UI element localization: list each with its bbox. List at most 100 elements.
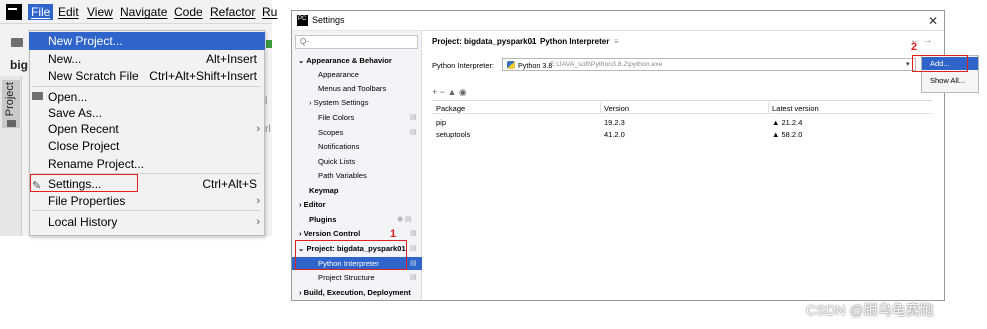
breadcrumb-separator: › [531, 37, 534, 46]
column-header-latest-version[interactable]: Latest version [772, 104, 819, 113]
folder-icon[interactable] [11, 38, 23, 47]
tree-item-build-execution[interactable]: › Build, Execution, Deployment [299, 288, 411, 298]
project-highlight-box [295, 240, 407, 270]
step-number-2: 2 [911, 41, 918, 53]
project-scope-icon: ▤ [410, 230, 417, 237]
project-scope-icon: ▤ [410, 274, 417, 281]
tree-item-appearance[interactable]: Appearance [318, 70, 359, 80]
column-header-package[interactable]: Package [436, 104, 465, 113]
menu-item-shortcut: Ctrl+Alt+Shift+Insert [149, 69, 257, 83]
menu-separator [33, 210, 261, 211]
project-scope-icon: ▤ [410, 260, 417, 267]
tree-item-label: System Settings [313, 98, 369, 107]
tree-item-editor[interactable]: › Editor [299, 200, 326, 210]
package-table [432, 100, 932, 298]
menu-code[interactable]: Code [171, 4, 206, 20]
settings-highlight-box [30, 174, 138, 192]
menu-file[interactable]: File [28, 4, 54, 20]
tree-item-notifications[interactable]: Notifications [318, 142, 359, 152]
tree-item-label: Appearance & Behavior [306, 56, 392, 65]
menu-item-shortcut: Alt+Insert [205, 52, 257, 66]
menu-item-close-project[interactable]: Close Project [29, 137, 265, 155]
table-cell-package[interactable]: pip [436, 118, 446, 127]
dialog-titlebar [292, 11, 944, 31]
column-header-version[interactable]: Version [604, 104, 629, 113]
project-scope-icon: ≡ [614, 37, 619, 46]
menu-edit[interactable]: Edit [55, 4, 82, 20]
interpreter-path: E:\JAVA_soft\Python3.8.2\python.exe [550, 61, 663, 68]
table-cell-version: 19.2.3 [604, 118, 625, 127]
menu-item-file-properties[interactable]: File Properties › [29, 192, 265, 210]
menu-item-label: New Scratch File [48, 69, 139, 83]
tree-item-project-structure[interactable]: Project Structure [318, 273, 375, 283]
chevron-right-icon: › [256, 216, 260, 228]
project-scope-icon: ▤ [410, 245, 417, 252]
interpreter-label: Python Interpreter: [432, 61, 495, 70]
menu-item-open-recent[interactable]: Open Recent › [29, 120, 265, 138]
run-icon[interactable] [266, 40, 272, 48]
table-cell-version: 41.2.0 [604, 130, 625, 139]
tree-item-keymap[interactable]: Keymap [309, 186, 339, 196]
menu-item-local-history[interactable]: Local History › [29, 213, 265, 231]
tree-item-system-settings[interactable]: › System Settings [309, 98, 369, 108]
menu-item-new-project[interactable]: New Project... [29, 32, 265, 50]
menu-item-shortcut: Ctrl+Alt+S [202, 177, 257, 191]
clipped-text: l [265, 96, 268, 107]
dialog-title: Settings [312, 15, 345, 25]
tree-item-label: Version Control [303, 229, 361, 238]
table-cell-latest: ▲ 21.2.4 [772, 118, 803, 127]
column-divider [600, 102, 601, 114]
plugin-update-icon: ◉ ▤ [397, 216, 412, 223]
menu-item-label: Open Recent [48, 122, 119, 136]
chevron-down-icon[interactable]: ▾ [906, 60, 910, 68]
menu-refactor[interactable]: Refactor [207, 4, 258, 20]
tree-item-label: Editor [303, 200, 326, 209]
menu-item-label: New... [48, 52, 82, 66]
show-all-interpreters-button[interactable]: Show All... [922, 76, 965, 85]
package-toolbar[interactable]: + − ▲ ◉ [432, 87, 932, 99]
tree-item-version-control[interactable]: › Version Control [299, 229, 360, 239]
menu-item-label: Rename Project... [48, 157, 145, 171]
table-cell-package[interactable]: setuptools [436, 130, 470, 139]
tree-item-menus-toolbars[interactable]: Menus and Toolbars [318, 84, 386, 94]
package-table-header [432, 102, 932, 114]
settings-search-input[interactable]: Q- [295, 35, 418, 49]
pycharm-logo-icon: PC [297, 15, 308, 26]
tree-item-path-variables[interactable]: Path Variables [318, 171, 367, 181]
chevron-down-icon: ⌄ [298, 56, 307, 65]
chevron-right-icon: › [256, 195, 260, 207]
add-highlight-box [912, 55, 968, 72]
tree-item-quick-lists[interactable]: Quick Lists [318, 157, 355, 167]
menu-item-rename-project[interactable]: Rename Project... [29, 155, 265, 173]
breadcrumb-page: Python Interpreter [540, 37, 610, 46]
menu-item-new-scratch-file[interactable]: New Scratch File Ctrl+Alt+Shift+Insert [29, 67, 265, 85]
menu-item-label: Close Project [48, 139, 120, 153]
menu-separator [33, 86, 261, 87]
menu-view[interactable]: View [84, 4, 116, 20]
close-icon[interactable]: ✕ [928, 14, 938, 28]
watermark: CSDN @跟乌龟赛跑 [806, 302, 934, 318]
folder-icon [7, 120, 16, 127]
tree-item-appearance-behavior[interactable]: ⌄ Appearance & Behavior [298, 56, 392, 66]
project-tool-tab-label: Project [4, 82, 16, 117]
menu-run[interactable]: Ru [259, 4, 280, 20]
chevron-right-icon: › [256, 123, 260, 135]
menu-item-new[interactable]: New... Alt+Insert [29, 50, 265, 68]
project-scope-icon: ▤ [410, 114, 417, 121]
menu-navigate[interactable]: Navigate [117, 4, 170, 20]
step-number-1: 1 [390, 228, 397, 240]
tree-item-plugins[interactable]: Plugins [309, 215, 336, 225]
project-scope-icon: ▤ [410, 129, 417, 136]
menu-item-label: New Project... [48, 34, 123, 48]
menu-item-label: Local History [48, 215, 118, 229]
menu-item-label: File Properties [48, 194, 126, 208]
table-cell-latest: ▲ 58.2.0 [772, 130, 803, 139]
tree-item-scopes[interactable]: Scopes [318, 128, 343, 138]
project-name-label: big [10, 58, 28, 72]
column-divider [768, 102, 769, 114]
breadcrumb-project: Project: bigdata_pyspark01 [432, 37, 537, 46]
folder-icon [32, 92, 43, 100]
tree-item-file-colors[interactable]: File Colors [318, 113, 354, 123]
python-icon [507, 61, 515, 69]
tree-item-label: Build, Execution, Deployment [303, 288, 411, 297]
